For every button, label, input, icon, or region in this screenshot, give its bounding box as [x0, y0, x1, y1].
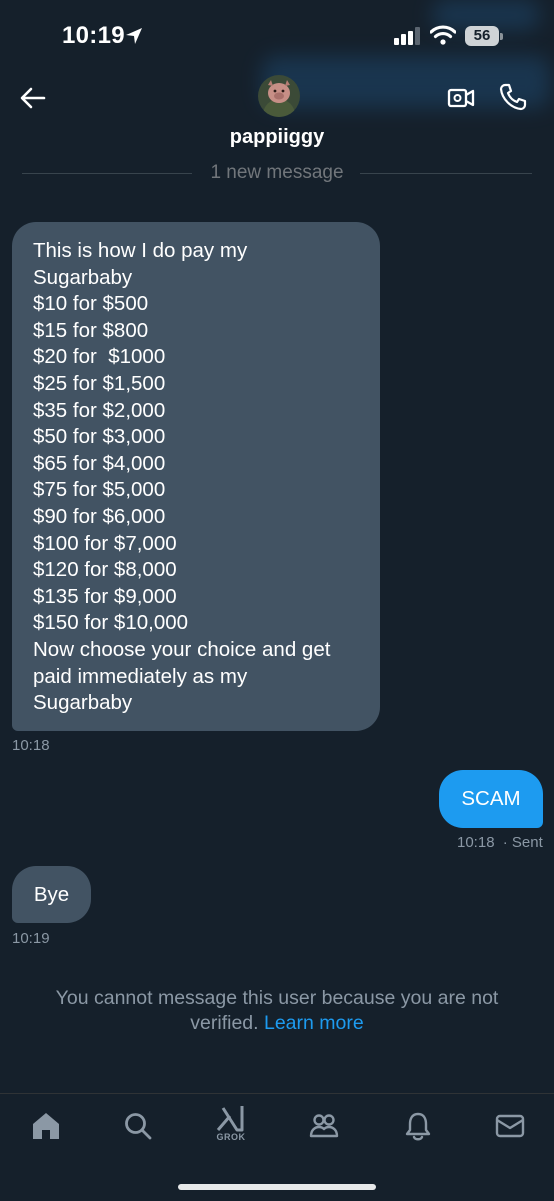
- message-line: $135 for $9,000: [33, 584, 177, 608]
- verification-notice: You cannot message this user because you…: [20, 986, 534, 1036]
- message-text: Bye: [33, 883, 70, 906]
- message-time: 10:18: [457, 834, 495, 851]
- phone-call-icon[interactable]: [498, 82, 528, 112]
- location-arrow-icon: [126, 28, 142, 44]
- conversation-username[interactable]: pappiiggy: [0, 126, 554, 149]
- status-bar: 10:19 56: [0, 0, 554, 70]
- message-line: $25 for $1,500: [33, 371, 166, 395]
- back-arrow-icon[interactable]: [18, 84, 48, 112]
- message-line: $10 for $500: [33, 292, 149, 316]
- cellular-signal-icon: [394, 27, 420, 45]
- search-icon[interactable]: [122, 1110, 154, 1142]
- grok-label: GROK: [216, 1132, 246, 1142]
- message-line: $15 for $800: [33, 318, 149, 342]
- message-line: $150 for $10,000: [33, 611, 189, 635]
- new-message-divider: 1 new message: [22, 160, 532, 186]
- outgoing-message-bubble[interactable]: SCAM: [439, 770, 543, 828]
- message-status: · Sent: [502, 834, 543, 851]
- communities-icon[interactable]: [308, 1110, 340, 1142]
- message-line: $100 for $7,000: [33, 531, 177, 555]
- new-message-label: 1 new message: [202, 162, 352, 183]
- home-indicator: [178, 1184, 376, 1190]
- mail-icon[interactable]: [494, 1110, 526, 1142]
- tab-grok[interactable]: GROK: [214, 1104, 248, 1148]
- video-call-icon[interactable]: [446, 84, 476, 112]
- message-text: SCAM: [461, 787, 521, 810]
- message-line: This is how I do pay my: [33, 239, 248, 262]
- learn-more-link[interactable]: Learn more: [264, 1012, 364, 1034]
- message-line: $120 for $8,000: [33, 558, 177, 582]
- battery-level: 56: [473, 27, 491, 44]
- incoming-message-bubble[interactable]: This is how I do pay my Sugarbaby $10 fo…: [12, 222, 380, 731]
- status-time: 10:19: [62, 22, 125, 49]
- incoming-message-bubble[interactable]: Bye: [12, 866, 91, 923]
- avatar[interactable]: [258, 75, 300, 117]
- battery-indicator: 56: [465, 26, 503, 46]
- message-line: $90 for $6,000: [33, 504, 166, 528]
- message-timestamp: 10:19: [12, 930, 50, 947]
- wifi-icon: [430, 25, 456, 45]
- message-line: $65 for $4,000: [33, 451, 166, 475]
- bell-icon[interactable]: [402, 1110, 434, 1142]
- message-text: This is how I do pay my Sugarbaby $10 fo…: [33, 238, 330, 717]
- message-line: $35 for $2,000: [33, 398, 166, 422]
- message-line: Sugarbaby: [33, 691, 133, 715]
- message-line: $20 for $1000: [33, 345, 166, 369]
- message-line: Sugarbaby: [33, 265, 133, 289]
- message-line: $75 for $5,000: [33, 478, 166, 502]
- grok-icon: [216, 1106, 244, 1132]
- message-timestamp: 10:18: [12, 737, 50, 754]
- message-line: $50 for $3,000: [33, 425, 166, 449]
- message-timestamp: 10:18 · Sent: [457, 834, 543, 851]
- message-line: Now choose your choice and get: [33, 637, 331, 661]
- message-line: paid immediately as my: [33, 664, 248, 688]
- home-icon[interactable]: [30, 1110, 62, 1142]
